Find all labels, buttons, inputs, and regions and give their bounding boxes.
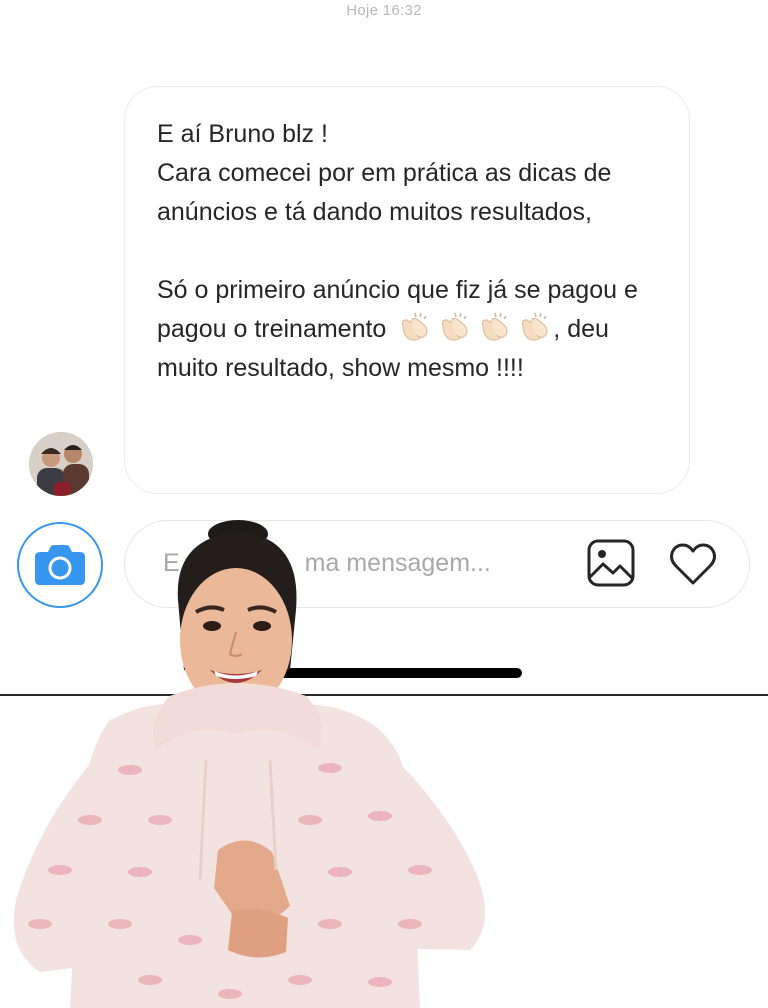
clapping-hands-icon: [402, 312, 428, 341]
presenter-cutout-image: [13, 520, 485, 1008]
message-text: E aí Bruno blz ! Cara comecei por em prá…: [157, 115, 659, 388]
message-paragraph-1: Cara comecei por em prática as dicas de …: [157, 159, 612, 226]
message-paragraph-2: Só o primeiro anúncio que fiz já se pago…: [157, 271, 657, 388]
dm-conversation-screen: Hoje 16:32 E aí Bruno blz ! Cara comecei…: [0, 0, 768, 1008]
message-bubble[interactable]: E aí Bruno blz ! Cara comecei por em prá…: [124, 86, 690, 494]
message-timestamp: Hoje 16:32: [346, 2, 422, 19]
gallery-icon[interactable]: [587, 539, 635, 587]
message-greeting: E aí Bruno blz !: [157, 120, 328, 148]
heart-icon[interactable]: [668, 541, 718, 587]
clapping-hands-icon: [442, 312, 468, 341]
clapping-hands-icon: [522, 312, 548, 341]
family-photo-icon: [29, 432, 93, 496]
sender-avatar[interactable]: [29, 432, 93, 496]
clapping-hands-icon: [482, 312, 508, 341]
